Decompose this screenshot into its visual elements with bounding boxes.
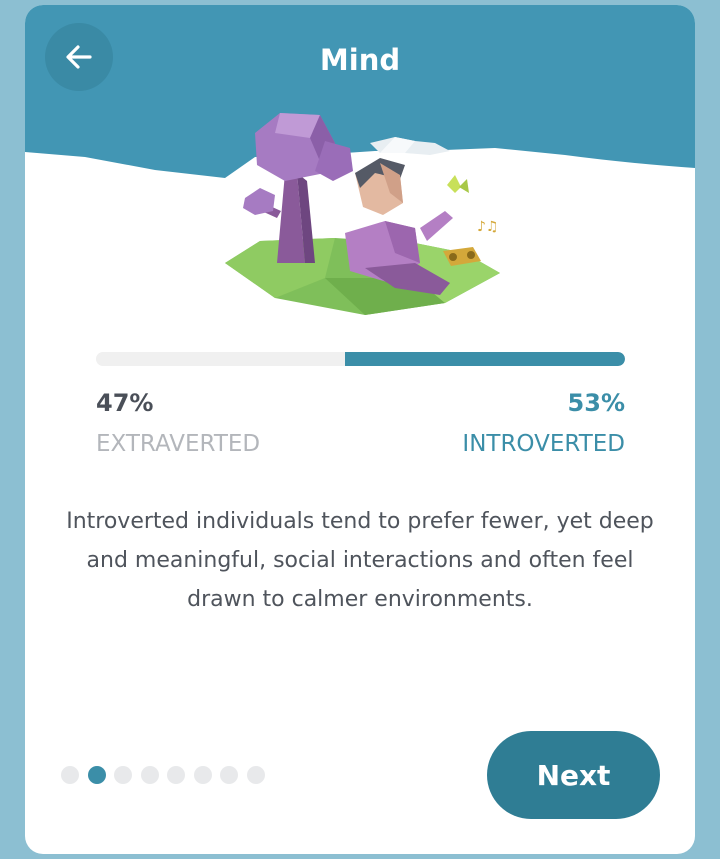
result-card: Mind ♪♫ 47% 53% EXTRAVERTED INTROVERTED … <box>25 5 695 854</box>
introvert-scene-illustration: ♪♫ <box>225 113 500 315</box>
introverted-progress-fill <box>344 352 625 366</box>
pagination-dot[interactable] <box>193 766 212 784</box>
trait-progress-bar <box>96 352 625 366</box>
pagination-dots <box>61 766 265 784</box>
pagination-dot[interactable] <box>61 766 79 784</box>
pagination-dot[interactable] <box>220 766 238 784</box>
svg-text:♪♫: ♪♫ <box>477 219 499 235</box>
pagination-dot[interactable] <box>140 766 159 784</box>
introverted-percent: 53% <box>567 389 625 417</box>
pagination-dot[interactable] <box>87 766 106 784</box>
extraverted-percent: 47% <box>96 389 154 417</box>
page-title: Mind <box>319 43 401 77</box>
introverted-label: INTROVERTED <box>462 431 625 457</box>
extraverted-label: EXTRAVERTED <box>96 431 261 457</box>
pagination-dot[interactable] <box>167 766 185 784</box>
trait-description: Introverted individuals tend to prefer f… <box>66 509 654 612</box>
pagination-dot[interactable] <box>114 766 132 784</box>
next-button[interactable]: Next <box>487 731 660 819</box>
pagination-dot[interactable] <box>246 766 265 784</box>
